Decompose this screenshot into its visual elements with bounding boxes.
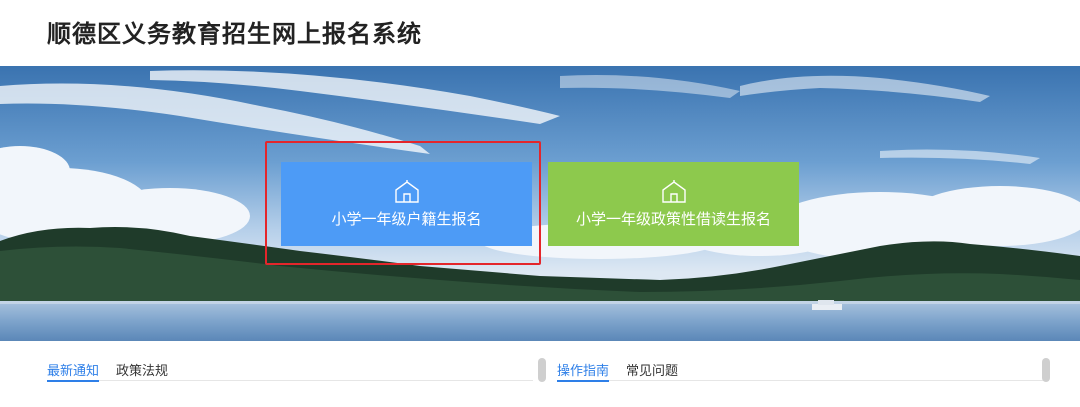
tab-policies-regulations[interactable]: 政策法规 [116, 360, 168, 379]
scrollbar-thumb[interactable] [1042, 358, 1050, 382]
guide-panel: 操作指南 常见问题 [557, 358, 1055, 384]
header: 顺德区义务教育招生网上报名系统 [0, 0, 1080, 66]
page: 顺德区义务教育招生网上报名系统 小学一年级户籍生报名 小学一年级政策性借读生报名… [0, 0, 1080, 407]
scrollbar-thumb[interactable] [538, 358, 546, 382]
lake-scenery-image [0, 66, 1080, 341]
tab-divider [47, 380, 533, 381]
banner: 小学一年级户籍生报名 小学一年级政策性借读生报名 [0, 66, 1080, 341]
tab-faq[interactable]: 常见问题 [626, 360, 678, 379]
notice-panel: 最新通知 政策法规 [47, 358, 546, 384]
info-section: 最新通知 政策法规 操作指南 常见问题 [0, 341, 1080, 407]
hukou-student-registration-button[interactable]: 小学一年级户籍生报名 [281, 162, 532, 246]
school-building-icon [394, 179, 419, 203]
tab-latest-notices[interactable]: 最新通知 [47, 360, 100, 382]
policy-transfer-registration-button[interactable]: 小学一年级政策性借读生报名 [548, 162, 799, 246]
site-title: 顺德区义务教育招生网上报名系统 [47, 20, 422, 48]
tab-operation-guide[interactable]: 操作指南 [557, 360, 610, 382]
tab-divider [557, 380, 1043, 381]
hukou-student-registration-label: 小学一年级户籍生报名 [331, 209, 482, 228]
school-building-icon [661, 179, 686, 203]
policy-transfer-registration-label: 小学一年级政策性借读生报名 [575, 209, 771, 228]
